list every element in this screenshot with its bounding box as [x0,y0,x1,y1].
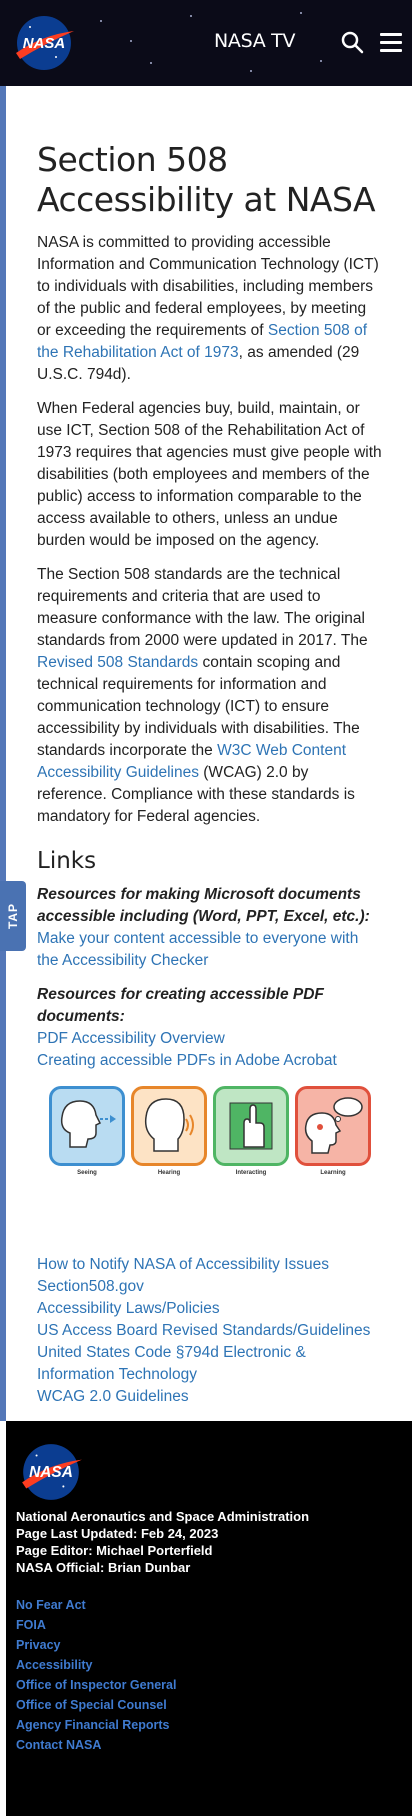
nasa-logo[interactable]: NASA [12,13,76,73]
hearing-caption: Hearing [157,1170,181,1176]
intro-paragraph: NASA is committed to providing accessibl… [37,232,382,386]
standards-paragraph: The Section 508 standards are the techni… [37,564,382,828]
interacting-tile: Interacting [213,1086,289,1176]
pdf-resources: Resources for creating accessible PDF do… [37,984,382,1072]
footer-link-inspector-general[interactable]: Office of Inspector General [16,1675,176,1695]
revised-508-standards-link[interactable]: Revised 508 Standards [37,654,198,671]
footer-link-accessibility[interactable]: Accessibility [16,1655,176,1675]
links-heading: Links [37,848,97,874]
tap-tab-label: TAP [6,902,20,930]
pdf-accessibility-overview-link[interactable]: PDF Accessibility Overview [37,1028,382,1050]
page-title: Section 508 Accessibility at NASA [37,140,376,219]
access-board-link[interactable]: US Access Board Revised Standards/Guidel… [37,1320,382,1342]
footer-last-updated: Page Last Updated: Feb 24, 2023 [16,1526,219,1541]
microsoft-resources-heading: Resources for making Microsoft documents… [37,886,370,925]
star [190,15,192,17]
seeing-caption: Seeing [77,1170,97,1176]
footer-link-contact-nasa[interactable]: Contact NASA [16,1735,176,1755]
star [100,20,102,22]
footer-link-special-counsel[interactable]: Office of Special Counsel [16,1695,176,1715]
footer-nasa-official: NASA Official: Brian Dunbar [16,1560,191,1575]
learning-caption: Learning [320,1170,346,1176]
interacting-icon [213,1086,289,1166]
site-header: NASA NASA TV [0,0,412,86]
notify-nasa-link[interactable]: How to Notify NASA of Accessibility Issu… [37,1254,382,1276]
hamburger-menu-icon[interactable] [380,33,404,53]
ict-paragraph: When Federal agencies buy, build, mainta… [37,400,382,549]
hearing-tile: Hearing [131,1086,207,1176]
interacting-caption: Interacting [235,1170,267,1176]
nasa-tv-link[interactable]: NASA TV [214,30,295,52]
tap-tab[interactable]: TAP [0,881,26,951]
footer-link-no-fear-act[interactable]: No Fear Act [16,1595,176,1615]
footer-link-financial-reports[interactable]: Agency Financial Reports [16,1715,176,1735]
wcag-guidelines-link[interactable]: WCAG 2.0 Guidelines [37,1386,382,1408]
hearing-icon [131,1086,207,1166]
seeing-tile: Seeing [49,1086,125,1176]
footer-nasa-logo[interactable]: NASA [18,1441,84,1503]
left-accent-strip [0,86,6,1421]
seeing-icon [49,1086,125,1166]
footer-org-name: National Aeronautics and Space Administr… [16,1509,310,1524]
learning-tile: Learning [295,1086,371,1176]
star [130,40,132,42]
star [300,12,302,14]
accessibility-illustration: Seeing Hearing Interacting Learning [49,1086,371,1176]
accessibility-checker-link[interactable]: Make your content accessible to everyone… [37,928,382,972]
footer-link-privacy[interactable]: Privacy [16,1635,176,1655]
microsoft-resources: Resources for making Microsoft documents… [37,884,382,972]
footer-page-editor: Page Editor: Michael Porterfield [16,1543,213,1558]
search-icon[interactable] [340,30,364,54]
star [250,70,252,72]
pdf-resources-heading: Resources for creating accessible PDF do… [37,986,324,1025]
site-footer: NASA National Aeronautics and Space Admi… [6,1421,412,1816]
us-code-794d-link[interactable]: United States Code §794d Electronic & In… [37,1342,382,1386]
footer-info: National Aeronautics and Space Administr… [16,1508,309,1576]
adobe-acrobat-pdf-link[interactable]: Creating accessible PDFs in Adobe Acroba… [37,1050,382,1072]
logo-text: NASA [23,35,66,52]
footer-link-foia[interactable]: FOIA [16,1615,176,1635]
related-links: How to Notify NASA of Accessibility Issu… [37,1254,382,1408]
paragraph-text: The Section 508 standards are the techni… [37,566,368,649]
star [320,60,322,62]
accessibility-laws-link[interactable]: Accessibility Laws/Policies [37,1298,382,1320]
section508-gov-link[interactable]: Section508.gov [37,1276,382,1298]
main-content: Section 508 Accessibility at NASA NASA i… [37,140,382,1408]
star [150,62,152,64]
footer-logo-text: NASA [29,1464,73,1481]
footer-links: No Fear Act FOIA Privacy Accessibility O… [16,1595,176,1755]
learning-icon [295,1086,371,1166]
